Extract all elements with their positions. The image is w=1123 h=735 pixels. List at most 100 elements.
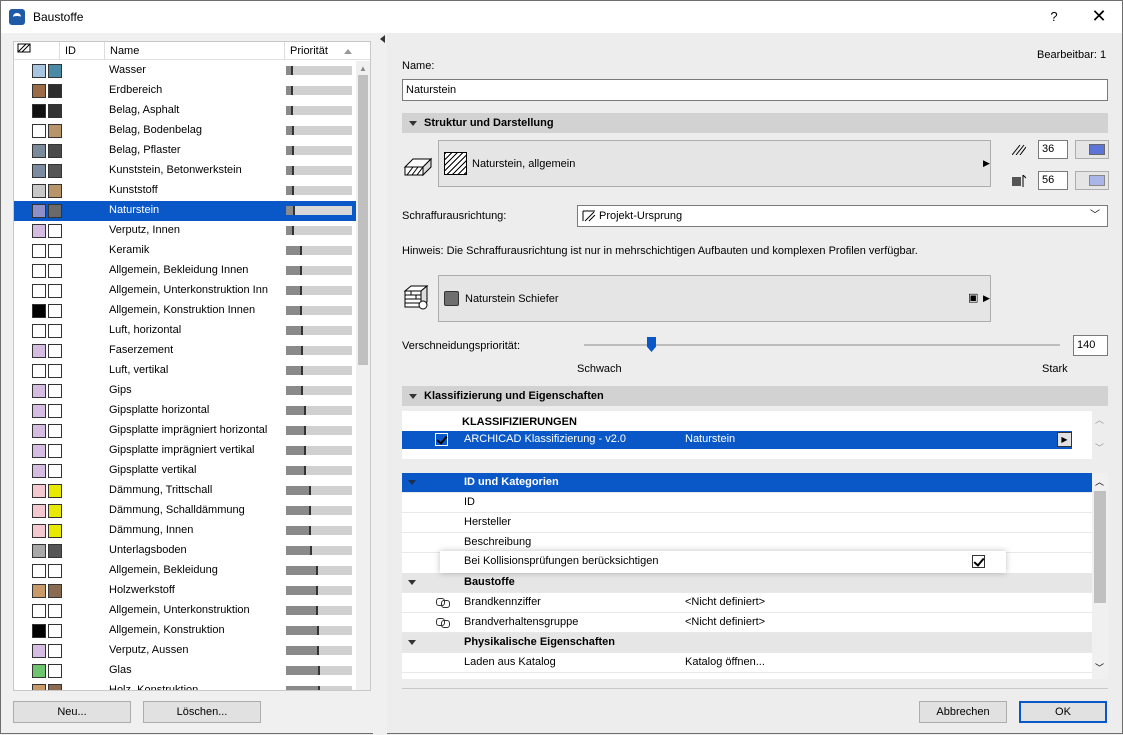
classification-checkbox[interactable]	[435, 433, 448, 446]
material-row[interactable]: Keramik	[14, 241, 356, 261]
priority-fill	[286, 206, 295, 215]
delete-button[interactable]: Löschen...	[143, 701, 261, 723]
scroll-down-icon[interactable]: ﹀	[1095, 661, 1104, 674]
material-row[interactable]: Allgemein, Bekleidung Innen	[14, 261, 356, 281]
background-pen-color-button[interactable]	[1075, 171, 1109, 190]
classification-section-header[interactable]: Klassifizierung und Eigenschaften	[402, 386, 1108, 406]
priority-bar	[286, 366, 352, 375]
material-row[interactable]: Glas	[14, 661, 356, 681]
scroll-up-icon[interactable]: ︿	[1095, 475, 1104, 488]
material-row[interactable]: Belag, Pflaster	[14, 141, 356, 161]
material-row[interactable]: Faserzement	[14, 341, 356, 361]
id-column-header[interactable]: ID	[60, 42, 105, 60]
classification-picker-button[interactable]: ▶	[1057, 432, 1072, 447]
material-row[interactable]: Allgemein, Bekleidung	[14, 561, 356, 581]
properties-scroll-thumb[interactable]	[1094, 491, 1106, 603]
surface-swatch	[48, 384, 62, 398]
material-row[interactable]: Erdbereich	[14, 81, 356, 101]
material-row[interactable]: Verputz, Aussen	[14, 641, 356, 661]
material-row[interactable]: Belag, Bodenbelag	[14, 121, 356, 141]
ok-button[interactable]: OK	[1019, 701, 1107, 723]
name-column-header[interactable]: Name	[105, 42, 285, 60]
material-row[interactable]: Wasser	[14, 61, 356, 81]
property-value[interactable]: <Nicht definiert>	[685, 613, 765, 632]
material-row[interactable]: Gipsplatte vertikal	[14, 461, 356, 481]
collision-highlight[interactable]: Bei Kollisionsprüfungen berücksichtigen	[440, 551, 1006, 573]
property-fire-code-row[interactable]: Brandkennziffer <Nicht definiert>	[402, 593, 1092, 613]
fill-picker-button[interactable]: Naturstein, allgemein ▶	[438, 140, 991, 187]
cancel-button[interactable]: Abbrechen	[919, 701, 1007, 723]
material-row[interactable]: Luft, vertikal	[14, 361, 356, 381]
fill-swatch	[32, 464, 46, 478]
new-button[interactable]: Neu...	[13, 701, 131, 723]
help-button[interactable]: ?	[1031, 1, 1077, 33]
priority-bar	[286, 266, 352, 275]
property-catalog-row[interactable]: Laden aus Katalog Katalog öffnen...	[402, 653, 1092, 673]
material-row[interactable]: Unterlagsboden	[14, 541, 356, 561]
material-row[interactable]: Dämmung, Innen	[14, 521, 356, 541]
surface-swatch	[48, 484, 62, 498]
properties-panel: ID und Kategorien ID Hersteller Beschrei…	[402, 473, 1092, 679]
material-row[interactable]: Gips	[14, 381, 356, 401]
orientation-dropdown[interactable]: Projekt-Ursprung ﹀	[577, 205, 1108, 227]
material-name: Holz, Konstruktion	[109, 684, 199, 691]
material-row[interactable]: Gipsplatte horizontal	[14, 401, 356, 421]
material-row[interactable]: Gipsplatte imprägniert horizontal	[14, 421, 356, 441]
structure-section-header[interactable]: Struktur und Darstellung	[402, 113, 1108, 133]
material-row[interactable]: Allgemein, Unterkonstruktion Inn	[14, 281, 356, 301]
priority-fill	[286, 506, 311, 515]
property-fire-group-row[interactable]: Brandverhaltensgruppe <Nicht definiert>	[402, 613, 1092, 633]
panel-splitter[interactable]	[373, 33, 387, 735]
scroll-down-icon[interactable]: ﹀	[1095, 441, 1104, 454]
collapse-left-icon[interactable]	[380, 35, 385, 43]
list-scroll-thumb[interactable]	[358, 75, 368, 365]
cut-line-pen-input[interactable]: 36	[1038, 140, 1068, 159]
material-row[interactable]: Allgemein, Konstruktion	[14, 621, 356, 641]
surface-picker-button[interactable]: Naturstein Schiefer ▣ ▶	[438, 275, 991, 322]
priority-input[interactable]: 140	[1073, 335, 1108, 356]
name-input[interactable]: Naturstein	[402, 79, 1108, 101]
material-row[interactable]: Gipsplatte imprägniert vertikal	[14, 441, 356, 461]
list-scrollbar[interactable]: ▲	[356, 61, 370, 690]
material-row[interactable]: Allgemein, Unterkonstruktion	[14, 601, 356, 621]
property-label: Beschreibung	[464, 536, 532, 548]
property-value[interactable]: Katalog öffnen...	[685, 653, 765, 672]
material-row[interactable]: Belag, Asphalt	[14, 101, 356, 121]
material-row[interactable]: Dämmung, Trittschall	[14, 481, 356, 501]
property-id-row[interactable]: ID	[402, 493, 1092, 513]
material-name: Allgemein, Konstruktion Innen	[109, 304, 256, 316]
background-pen-input[interactable]: 56	[1038, 171, 1068, 190]
material-row[interactable]: Luft, horizontal	[14, 321, 356, 341]
material-name: Unterlagsboden	[109, 544, 187, 556]
classification-scrollbar[interactable]: ︿ ﹀	[1092, 411, 1108, 459]
surface-swatch	[48, 64, 62, 78]
material-row[interactable]: Holz, Konstruktion	[14, 681, 356, 691]
property-manufacturer-row[interactable]: Hersteller	[402, 513, 1092, 533]
material-row[interactable]: Allgemein, Konstruktion Innen	[14, 301, 356, 321]
scroll-up-icon[interactable]: ▲	[359, 64, 367, 73]
material-row[interactable]: Kunststein, Betonwerkstein	[14, 161, 356, 181]
classification-row[interactable]: ARCHICAD Klassifizierung - v2.0 Naturste…	[402, 431, 1072, 449]
material-row[interactable]: Kunststoff	[14, 181, 356, 201]
priority-slider-thumb[interactable]	[647, 337, 656, 352]
priority-fill	[286, 526, 311, 535]
material-row[interactable]: Holzwerkstoff	[14, 581, 356, 601]
cut-line-pen-color-button[interactable]	[1075, 140, 1109, 159]
material-row[interactable]: Verputz, Innen	[14, 221, 356, 241]
fill-column-header[interactable]	[14, 42, 60, 60]
group-id-categories[interactable]: ID und Kategorien	[402, 473, 1092, 493]
close-button[interactable]: ✕	[1076, 1, 1122, 33]
group-baustoffe[interactable]: Baustoffe	[402, 573, 1092, 593]
material-name: Gipsplatte vertikal	[109, 464, 197, 476]
material-row[interactable]: Naturstein	[14, 201, 356, 221]
scroll-up-icon[interactable]: ︿	[1095, 413, 1104, 426]
property-value[interactable]: <Nicht definiert>	[685, 593, 765, 612]
collision-checkbox[interactable]	[972, 555, 985, 568]
properties-scrollbar[interactable]: ︿ ﹀	[1092, 473, 1108, 679]
group-physical[interactable]: Physikalische Eigenschaften	[402, 633, 1092, 653]
hatch-column-icon	[17, 43, 31, 53]
priority-bar	[286, 66, 352, 75]
material-row[interactable]: Dämmung, Schalldämmung	[14, 501, 356, 521]
property-description-row[interactable]: Beschreibung	[402, 533, 1092, 553]
surface-swatch	[48, 264, 62, 278]
